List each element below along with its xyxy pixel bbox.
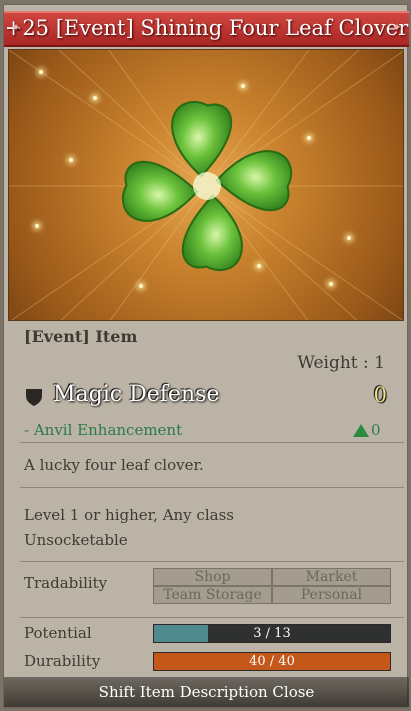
tradability-team-storage: Team Storage	[153, 586, 272, 604]
sparkle	[69, 158, 73, 162]
ornament-left-icon: ✦	[11, 21, 21, 34]
item-type: [Event] Item	[24, 327, 138, 346]
item-tooltip: ✦ +25 [Event] Shining Four Leaf Clover ✦	[3, 4, 409, 708]
shield-icon	[24, 387, 44, 407]
stat-value: 0	[373, 383, 387, 407]
divider	[20, 561, 404, 562]
stat-name: Magic Defense	[53, 382, 220, 407]
anvil-enhancement-value: 0	[371, 421, 381, 439]
four-leaf-clover-icon	[121, 100, 293, 272]
tradability-market: Market	[272, 568, 391, 586]
item-artwork	[8, 49, 404, 321]
divider	[20, 617, 404, 618]
ornament-right-icon: ✦	[392, 21, 402, 34]
sparkle	[329, 282, 333, 286]
item-title: +25 [Event] Shining Four Leaf Clover	[4, 16, 409, 40]
durability-bar: 40 / 40	[153, 652, 391, 671]
potential-label: Potential	[24, 624, 92, 642]
sparkle	[139, 284, 143, 288]
tradability-label: Tradability	[24, 574, 108, 592]
tradability-shop: Shop	[153, 568, 272, 586]
sparkle	[241, 84, 245, 88]
sparkle	[307, 136, 311, 140]
durability-label: Durability	[24, 652, 101, 670]
item-socket-status: Unsocketable	[24, 531, 128, 549]
item-weight: Weight : 1	[297, 353, 385, 373]
close-hint[interactable]: Shift Item Description Close	[4, 677, 409, 707]
sparkle	[93, 96, 97, 100]
anvil-enhancement-label: - Anvil Enhancement	[24, 421, 183, 439]
divider	[20, 487, 404, 488]
sparkle	[347, 236, 351, 240]
divider	[20, 442, 404, 443]
durability-value: 40 / 40	[249, 654, 295, 669]
arrow-up-icon	[353, 424, 369, 437]
item-description: A lucky four leaf clover.	[24, 456, 204, 474]
potential-value: 3 / 13	[253, 626, 291, 641]
sparkle	[39, 70, 43, 74]
tradability-personal: Personal	[272, 586, 391, 604]
item-requirement: Level 1 or higher, Any class	[24, 506, 234, 524]
item-title-bar: ✦ +25 [Event] Shining Four Leaf Clover ✦	[4, 11, 409, 47]
sparkle	[35, 224, 39, 228]
potential-bar: 3 / 13	[153, 624, 391, 643]
